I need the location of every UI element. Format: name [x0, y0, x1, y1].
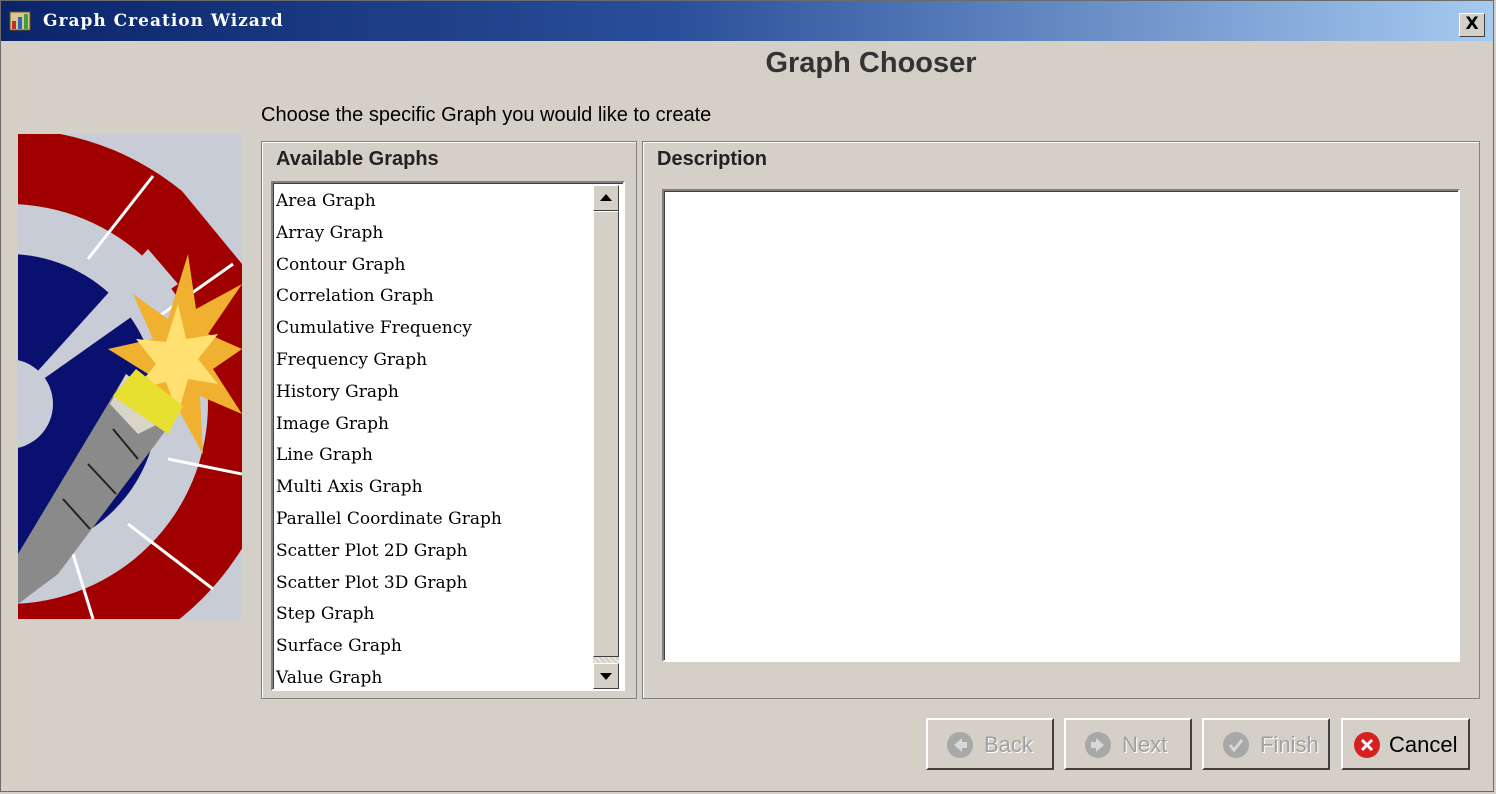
back-label: Back — [984, 732, 1033, 757]
list-item[interactable]: Area Graph — [273, 185, 595, 217]
cancel-button[interactable]: Cancel — [1341, 718, 1470, 770]
cancel-x-icon — [1354, 732, 1380, 758]
scroll-up-button[interactable] — [593, 185, 619, 211]
list-item[interactable]: Correlation Graph — [273, 280, 595, 312]
close-button[interactable]: X — [1459, 13, 1485, 37]
wizard-window: Graph Creation Wizard X Graph Chooser Ch… — [0, 0, 1494, 792]
next-button[interactable]: Next — [1064, 718, 1192, 770]
cancel-label: Cancel — [1389, 732, 1458, 757]
finish-label: Finish — [1260, 732, 1319, 757]
instruction-text: Choose the specific Graph you would like… — [261, 104, 712, 126]
available-graphs-panel: Available Graphs Area Graph Array Graph Co… — [261, 141, 637, 699]
list-item[interactable]: Contour Graph — [273, 249, 595, 281]
list-item[interactable]: Value Graph — [273, 662, 595, 689]
list-item[interactable]: Frequency Graph — [273, 344, 595, 376]
list-item[interactable]: Scatter Plot 3D Graph — [273, 567, 595, 599]
back-button[interactable]: Back — [926, 718, 1054, 770]
list-item[interactable]: Scatter Plot 2D Graph — [273, 535, 595, 567]
chevron-down-icon — [600, 673, 612, 680]
window-title: Graph Creation Wizard — [43, 11, 284, 31]
list-item[interactable]: Step Graph — [273, 598, 595, 630]
scroll-thumb[interactable] — [593, 211, 619, 657]
back-arrow-icon — [947, 732, 973, 758]
list-item[interactable]: Image Graph — [273, 408, 595, 440]
list-item[interactable]: Parallel Coordinate Graph — [273, 503, 595, 535]
list-item[interactable]: History Graph — [273, 376, 595, 408]
list-item[interactable]: Surface Graph — [273, 630, 595, 662]
description-title: Description — [657, 148, 768, 170]
description-panel: Description — [642, 141, 1480, 699]
finish-button[interactable]: Finish — [1202, 718, 1330, 770]
description-text-area[interactable] — [662, 189, 1460, 662]
list-item[interactable]: Line Graph — [273, 439, 595, 471]
next-label: Next — [1122, 732, 1168, 757]
graph-list[interactable]: Area Graph Array Graph Contour Graph Correl… — [271, 181, 625, 691]
checkmark-icon — [1223, 732, 1249, 758]
page-title: Graph Chooser — [765, 47, 977, 79]
list-item[interactable]: Cumulative Frequency — [273, 312, 595, 344]
list-item[interactable]: Multi Axis Graph — [273, 471, 595, 503]
list-item[interactable]: Array Graph — [273, 217, 595, 249]
list-scrollbar[interactable] — [593, 185, 619, 689]
available-graphs-title: Available Graphs — [276, 148, 439, 170]
wizard-app-icon — [9, 11, 31, 31]
scroll-down-button[interactable] — [593, 663, 619, 689]
wizard-graphic — [18, 134, 242, 619]
chevron-up-icon — [600, 194, 612, 201]
title-bar[interactable]: Graph Creation Wizard X — [1, 1, 1493, 41]
next-arrow-icon — [1085, 732, 1111, 758]
